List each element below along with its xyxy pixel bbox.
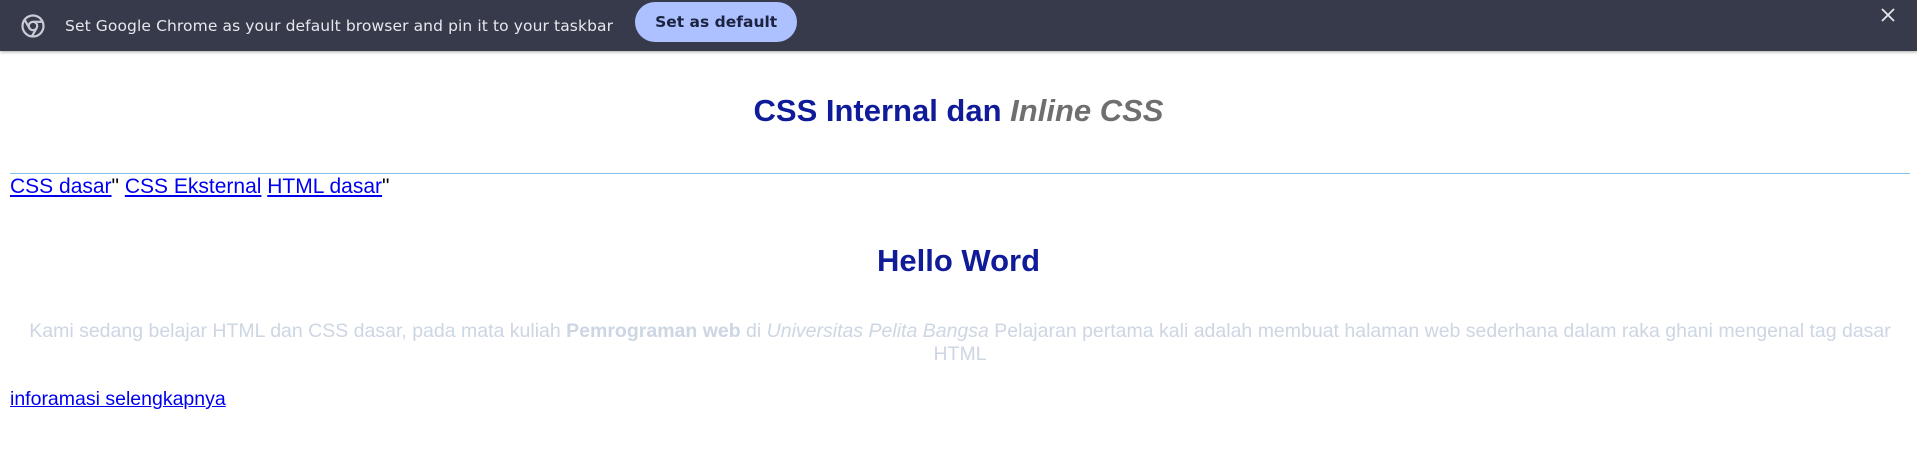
paragraph-italic: Universitas Pelita Bangsa <box>766 320 989 342</box>
nav-separator-end: " <box>382 175 390 198</box>
paragraph-text-2: di <box>740 320 767 342</box>
paragraph-text-3: Pelajaran pertama kali adalah membuat ha… <box>933 320 1891 365</box>
section-heading: Hello Word <box>876 243 1041 278</box>
nav-links: CSS dasar" CSS Eksternal HTML dasar" <box>10 175 390 199</box>
paragraph-text-1: Kami sedang belajar HTML dan CSS dasar, … <box>29 320 567 342</box>
page-title: CSS Internal dan Inline CSS <box>0 93 1917 129</box>
more-info-link[interactable]: inforamasi selengkapnya <box>10 388 226 411</box>
nav-separator: " <box>111 175 120 198</box>
page-title-inline: Inline CSS <box>1010 93 1164 128</box>
close-infobar-button[interactable] <box>1877 6 1899 28</box>
html-dasar-link[interactable]: HTML dasar <box>267 175 382 198</box>
css-eksternal-link[interactable]: CSS Eksternal <box>125 175 262 198</box>
close-icon <box>1881 7 1895 27</box>
paragraph-bold: Pemrograman web <box>566 320 741 342</box>
default-browser-infobar: Set Google Chrome as your default browse… <box>0 0 1917 51</box>
divider <box>10 173 1910 174</box>
page-title-main: CSS Internal dan <box>753 93 1011 128</box>
chrome-icon <box>20 13 46 39</box>
intro-paragraph: Kami sedang belajar HTML dan CSS dasar, … <box>20 320 1900 366</box>
infobar-message: Set Google Chrome as your default browse… <box>65 16 614 35</box>
set-as-default-button[interactable]: Set as default <box>635 1 798 42</box>
css-dasar-link[interactable]: CSS dasar <box>10 175 112 198</box>
